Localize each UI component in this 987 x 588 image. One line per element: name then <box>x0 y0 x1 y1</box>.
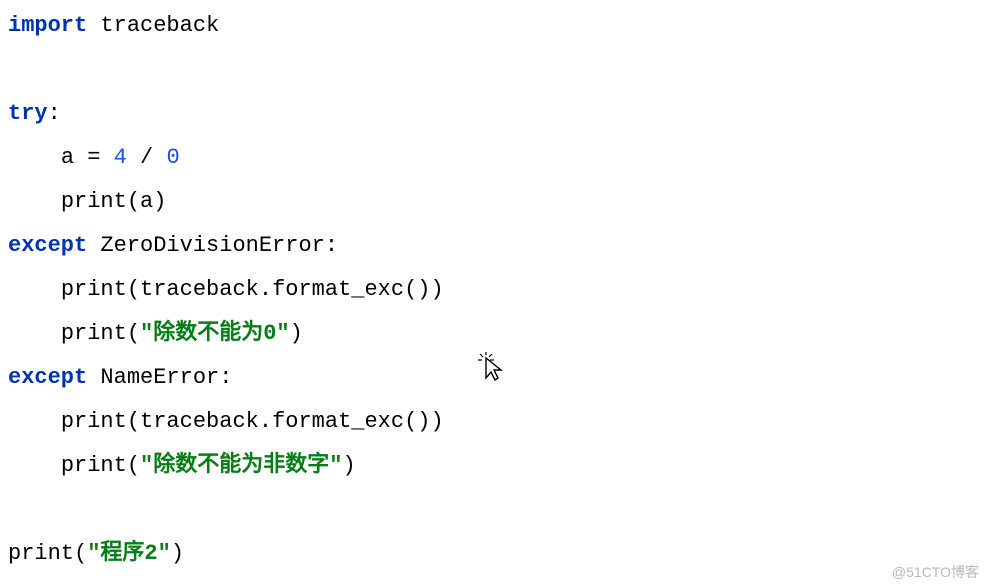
rparen: ) <box>431 409 444 434</box>
indent <box>8 321 61 346</box>
num-4: 4 <box>114 145 127 170</box>
class-nameerror: NameError <box>100 365 219 390</box>
space <box>87 233 100 258</box>
fn-print: print <box>8 541 74 566</box>
keyword-import: import <box>8 13 87 38</box>
rparen: ) <box>342 453 355 478</box>
rparen: ) <box>290 321 303 346</box>
colon: : <box>48 101 61 126</box>
class-zerodivision: ZeroDivisionError <box>100 233 324 258</box>
string-literal: "除数不能为0" <box>140 321 290 346</box>
meth-formatexc: format_exc <box>272 409 404 434</box>
lparen: ( <box>404 409 417 434</box>
string-literal: "程序2" <box>87 541 171 566</box>
meth-formatexc: format_exc <box>272 277 404 302</box>
code-block: import traceback try: a = 4 / 0 print(a)… <box>0 0 987 580</box>
watermark: @51CTO博客 <box>892 562 979 582</box>
lparen: ( <box>404 277 417 302</box>
module-name: traceback <box>100 13 219 38</box>
obj-traceback: traceback <box>140 277 259 302</box>
fn-print: print <box>61 277 127 302</box>
obj-traceback: traceback <box>140 409 259 434</box>
num-0: 0 <box>166 145 179 170</box>
indent <box>8 189 61 214</box>
op-div: / <box>127 145 167 170</box>
fn-print: print <box>61 189 127 214</box>
colon: : <box>219 365 232 390</box>
colon: : <box>325 233 338 258</box>
lparen: ( <box>127 453 140 478</box>
fn-print: print <box>61 409 127 434</box>
indent <box>8 277 61 302</box>
dot: . <box>259 409 272 434</box>
lparen: ( <box>74 541 87 566</box>
lparen: ( <box>127 277 140 302</box>
rparen: ) <box>417 409 430 434</box>
rparen: ) <box>431 277 444 302</box>
indent <box>8 409 61 434</box>
keyword-except: except <box>8 233 87 258</box>
dot: . <box>259 277 272 302</box>
indent <box>8 145 61 170</box>
arg-a: a <box>140 189 153 214</box>
op-eq: = <box>74 145 114 170</box>
rparen: ) <box>171 541 184 566</box>
var-a: a <box>61 145 74 170</box>
string-literal: "除数不能为非数字" <box>140 453 342 478</box>
keyword-except: except <box>8 365 87 390</box>
rparen: ) <box>417 277 430 302</box>
fn-print: print <box>61 453 127 478</box>
indent <box>8 453 61 478</box>
fn-print: print <box>61 321 127 346</box>
lparen: ( <box>127 321 140 346</box>
rparen: ) <box>153 189 166 214</box>
lparen: ( <box>127 189 140 214</box>
lparen: ( <box>127 409 140 434</box>
space <box>87 365 100 390</box>
keyword-try: try <box>8 101 48 126</box>
